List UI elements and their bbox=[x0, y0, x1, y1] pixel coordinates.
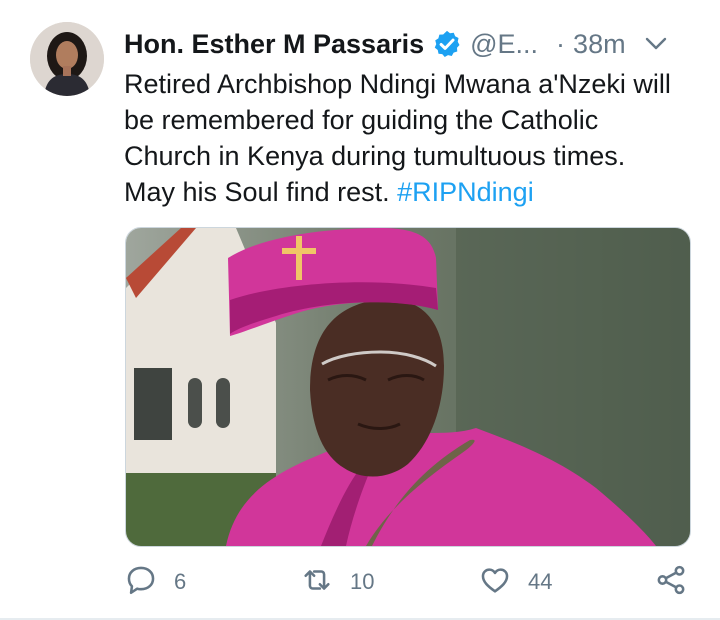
verified-badge-icon bbox=[432, 29, 462, 59]
chevron-down-icon[interactable] bbox=[644, 32, 668, 56]
tweet-text-line: May his Soul find rest. #RIPNdingi bbox=[124, 174, 700, 210]
tweet-text-line: be remembered for guiding the Catholic bbox=[124, 105, 599, 135]
timestamp[interactable]: 38m bbox=[573, 29, 626, 60]
reply-count: 6 bbox=[174, 569, 187, 594]
tweet-text-line-start: May his Soul find rest. bbox=[124, 177, 398, 207]
tweet-text-line: Church in Kenya during tumultuous times. bbox=[124, 141, 626, 171]
reply-button[interactable]: 6 bbox=[124, 560, 186, 604]
separator-dot: · bbox=[556, 28, 566, 59]
reply-icon bbox=[124, 563, 158, 602]
retweet-icon bbox=[300, 563, 334, 602]
author-name[interactable]: Hon. Esther M Passaris bbox=[124, 29, 424, 60]
tweet-text-line: Retired Archbishop Ndingi Mwana a'Nzeki … bbox=[124, 69, 671, 99]
tweet-photo[interactable] bbox=[125, 227, 691, 547]
retweet-count: 10 bbox=[350, 569, 375, 594]
like-button[interactable]: 44 bbox=[478, 560, 552, 604]
tweet-actions: 6 10 44 bbox=[0, 560, 720, 604]
tweet-text: Retired Archbishop Ndingi Mwana a'Nzeki … bbox=[124, 66, 700, 210]
author-handle[interactable]: @E... bbox=[470, 29, 538, 60]
share-icon bbox=[654, 563, 688, 602]
tweet-header: Hon. Esther M Passaris @E... · 38m bbox=[124, 26, 700, 62]
share-button[interactable] bbox=[654, 560, 688, 604]
like-icon bbox=[478, 563, 512, 602]
hashtag-link[interactable]: #RIPNdingi bbox=[397, 177, 534, 207]
avatar[interactable] bbox=[30, 22, 104, 96]
retweet-button[interactable]: 10 bbox=[300, 560, 374, 604]
tweet[interactable]: Hon. Esther M Passaris @E... · 38m Retir… bbox=[0, 0, 720, 620]
like-count: 44 bbox=[528, 569, 553, 594]
